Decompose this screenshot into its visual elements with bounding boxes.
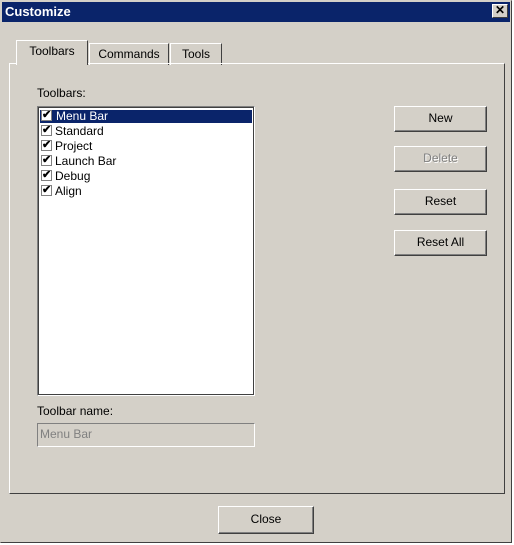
checkmark-icon: ✔ [42, 124, 52, 136]
reset-all-button-label: Reset All [416, 235, 465, 249]
checkmark-icon: ✔ [42, 139, 52, 151]
close-button-label: Close [250, 512, 282, 526]
checkbox[interactable]: ✔ [41, 170, 52, 181]
toolbar-name-label: Toolbar name: [37, 404, 114, 418]
toolbar-name-field[interactable]: Menu Bar [37, 423, 255, 447]
list-item[interactable]: ✔ Project [40, 140, 252, 153]
checkmark-icon: ✔ [42, 154, 52, 166]
list-item-label: Menu Bar [56, 109, 109, 123]
list-item[interactable]: ✔ Align [40, 185, 252, 198]
new-button[interactable]: New [394, 106, 487, 132]
toolbars-listbox[interactable]: ✔ Menu Bar ✔ Standard ✔ Project ✔ Launch… [37, 106, 255, 396]
checkmark-icon: ✔ [42, 109, 52, 121]
delete-button[interactable]: Delete [394, 146, 487, 172]
tab-commands[interactable]: Commands [89, 43, 169, 65]
list-item[interactable]: ✔ Launch Bar [40, 155, 252, 168]
toolbar-name-value: Menu Bar [40, 427, 93, 441]
tab-tools[interactable]: Tools [170, 43, 222, 65]
list-item-label: Standard [55, 124, 104, 138]
checkbox[interactable]: ✔ [41, 140, 52, 151]
list-item-label: Debug [55, 169, 91, 183]
list-item-label: Align [55, 184, 82, 198]
title-bar[interactable]: Customize ✕ [2, 2, 510, 22]
list-item-label: Launch Bar [55, 154, 117, 168]
checkmark-icon: ✔ [42, 184, 52, 196]
tab-tools-label: Tools [181, 47, 210, 61]
close-icon: ✕ [494, 3, 506, 17]
tab-commands-label: Commands [98, 47, 160, 61]
reset-button[interactable]: Reset [394, 189, 487, 215]
reset-all-button[interactable]: Reset All [394, 230, 487, 256]
checkbox[interactable]: ✔ [41, 110, 52, 121]
tab-toolbars-label: Toolbars [29, 44, 75, 58]
toolbars-list-label: Toolbars: [37, 86, 86, 100]
checkbox[interactable]: ✔ [41, 185, 52, 196]
list-item[interactable]: ✔ Standard [40, 125, 252, 138]
window-title: Customize [5, 4, 71, 19]
close-button[interactable]: Close [218, 506, 314, 534]
checkmark-icon: ✔ [42, 169, 52, 181]
new-button-label: New [428, 111, 453, 125]
tab-toolbars[interactable]: Toolbars [16, 40, 88, 67]
list-item[interactable]: ✔ Menu Bar [40, 110, 252, 123]
close-window-button[interactable]: ✕ [492, 4, 508, 18]
checkbox[interactable]: ✔ [41, 125, 52, 136]
reset-button-label: Reset [424, 194, 457, 208]
checkbox[interactable]: ✔ [41, 155, 52, 166]
delete-button-label: Delete [423, 151, 458, 165]
list-item-label: Project [55, 139, 93, 153]
list-item[interactable]: ✔ Debug [40, 170, 252, 183]
